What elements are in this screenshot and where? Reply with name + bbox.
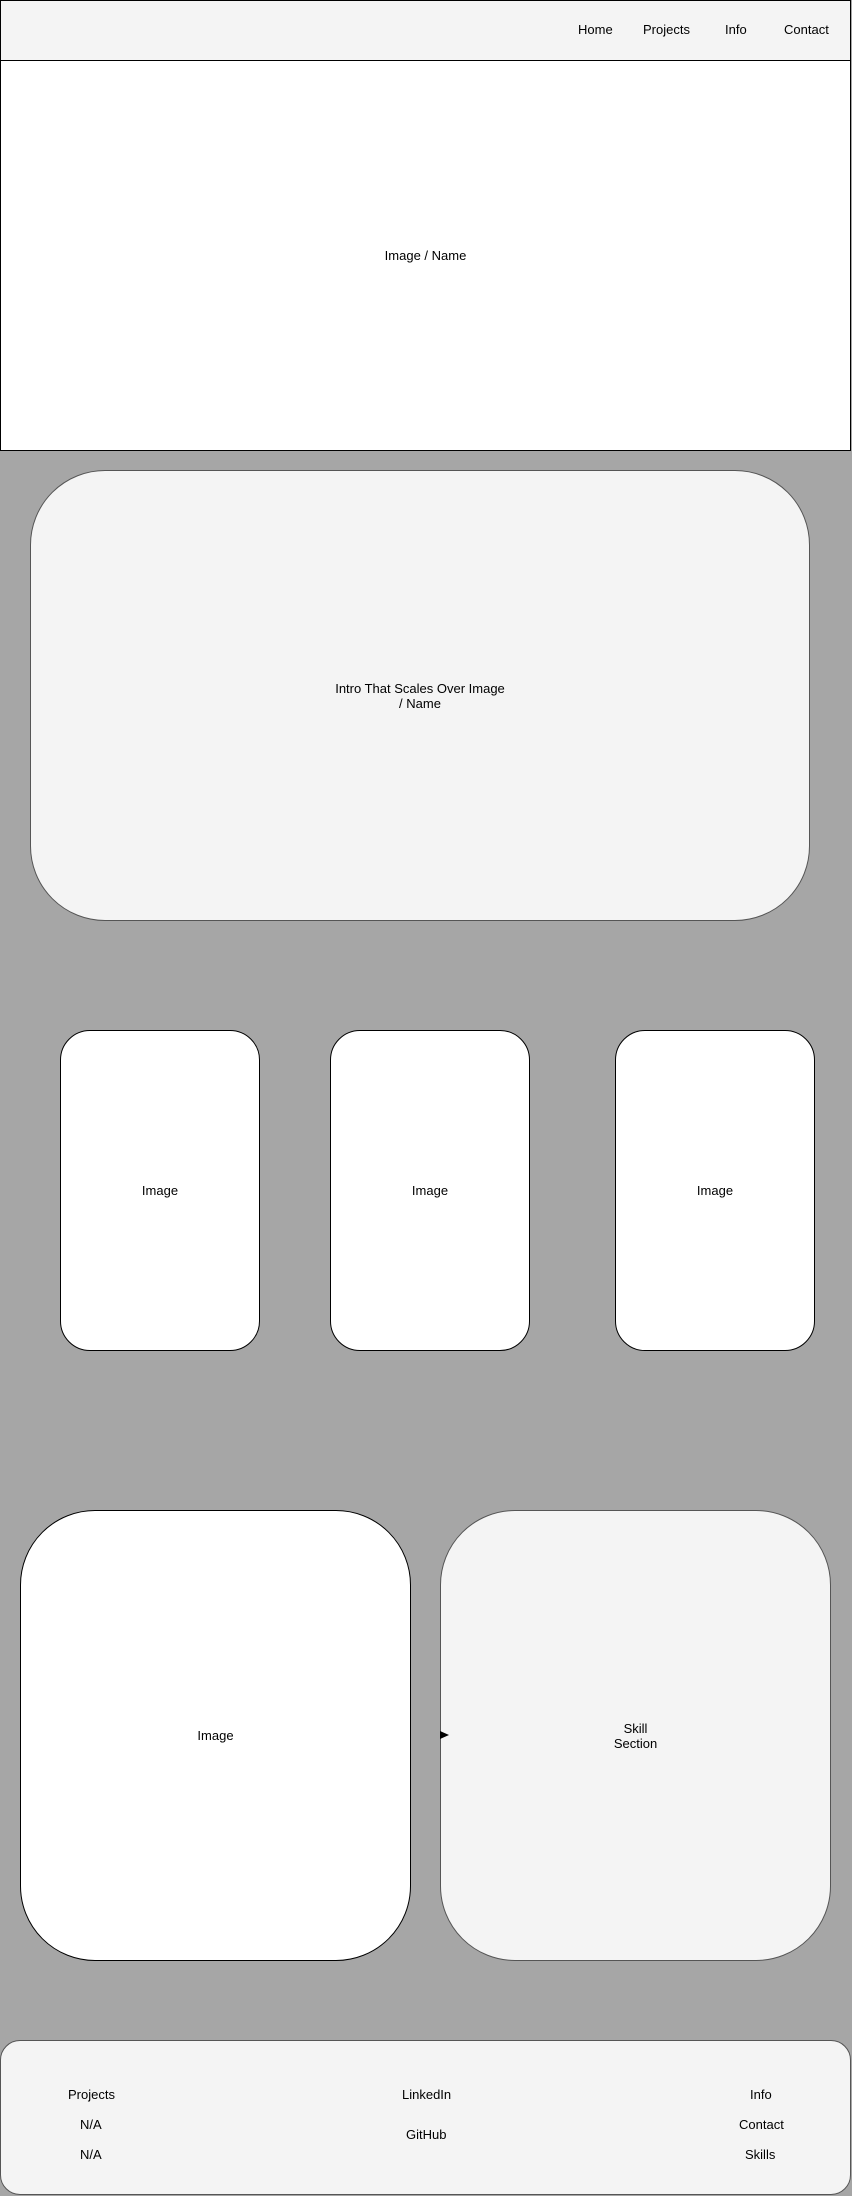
gallery-card-label: Image [411,1183,449,1198]
skills-label: Skill Section [613,1720,658,1751]
skills-section: Skill Section [440,1510,831,1961]
nav-projects-link[interactable]: Projects [643,18,690,42]
hero-label: Image / Name [384,248,467,263]
footer-linkedin-link[interactable]: LinkedIn [402,2085,451,2105]
feature-image-label: Image [197,1728,234,1743]
hero-section: Image / Name [0,60,851,451]
gallery-card-label: Image [696,1183,734,1198]
footer-skills-link[interactable]: Skills [745,2145,775,2165]
gallery-card-1: Image [60,1030,260,1351]
navbar [0,0,851,61]
feature-image: Image [20,1510,411,1961]
footer-project-item[interactable]: N/A [80,2145,102,2165]
footer-contact-link[interactable]: Contact [739,2115,784,2135]
gallery-card-3: Image [615,1030,815,1351]
gallery-card-label: Image [141,1183,179,1198]
footer-project-item[interactable]: N/A [80,2115,102,2135]
gallery-card-2: Image [330,1030,530,1351]
footer-github-link[interactable]: GitHub [406,2125,446,2145]
connector-arrow-icon [440,1731,449,1739]
nav-contact-link[interactable]: Contact [784,18,829,42]
footer-projects-link[interactable]: Projects [68,2085,115,2105]
footer-info-link[interactable]: Info [750,2085,772,2105]
nav-home-link[interactable]: Home [578,18,613,42]
intro-section: Intro That Scales Over Image / Name [30,470,810,921]
nav-info-link[interactable]: Info [725,18,747,42]
intro-label: Intro That Scales Over Image / Name [335,680,505,711]
footer [0,2040,851,2195]
